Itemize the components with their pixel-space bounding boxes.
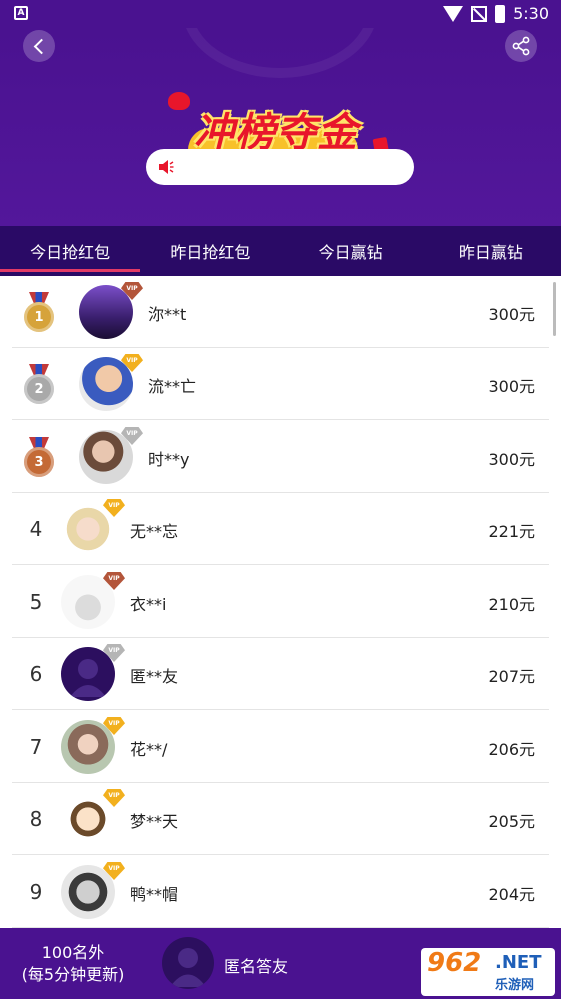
my-rank-label: 100名外 (每5分钟更新) bbox=[18, 942, 128, 986]
tab-bar: 今日抢红包 昨日抢红包 今日赢钻 昨日赢钻 bbox=[0, 226, 561, 276]
rank-number: 5 bbox=[29, 590, 43, 614]
user-name: 流**亡 bbox=[148, 377, 197, 396]
ranking-row[interactable]: 9 VIP 鸭**帽 204元 bbox=[12, 856, 549, 928]
user-name: 鸭**帽 bbox=[130, 885, 179, 904]
my-avatar[interactable] bbox=[162, 937, 214, 989]
amount: 300元 bbox=[488, 450, 535, 469]
rank-number: 4 bbox=[29, 517, 43, 541]
ranking-row[interactable]: 6 VIP 匿**友 207元 bbox=[12, 638, 549, 710]
user-name: 衣**i bbox=[130, 595, 167, 614]
rank-number: 6 bbox=[29, 662, 43, 686]
amount: 221元 bbox=[488, 522, 535, 541]
tab-today-red-packet[interactable]: 今日抢红包 bbox=[0, 226, 141, 276]
amount: 207元 bbox=[488, 667, 535, 686]
ranking-row[interactable]: 3 VIP 时**y 300元 bbox=[12, 421, 549, 493]
app-notification-icon: A bbox=[14, 6, 28, 20]
avatar[interactable] bbox=[79, 285, 133, 339]
avatar[interactable] bbox=[79, 357, 133, 411]
back-button[interactable] bbox=[23, 30, 55, 62]
avatar[interactable] bbox=[61, 575, 115, 629]
amount: 210元 bbox=[488, 595, 535, 614]
amount: 206元 bbox=[488, 740, 535, 759]
user-name: 匿**友 bbox=[130, 667, 179, 686]
user-name: 时**y bbox=[148, 450, 190, 469]
ranking-row[interactable]: 2 VIP 流**亡 300元 bbox=[12, 348, 549, 420]
ranking-list[interactable]: 1 VIP 沵**t 300元 2 VIP 流**亡 300元 3 VIP 时*… bbox=[0, 276, 561, 928]
tab-yesterday-red-packet[interactable]: 昨日抢红包 bbox=[140, 226, 280, 276]
update-interval-text: (每5分钟更新) bbox=[21, 965, 125, 984]
header-decoration bbox=[182, 28, 378, 78]
default-user-icon bbox=[70, 659, 106, 697]
status-bar: A 5:30 bbox=[0, 0, 561, 28]
tab-yesterday-diamonds[interactable]: 昨日赢钻 bbox=[421, 226, 561, 276]
avatar[interactable] bbox=[61, 865, 115, 919]
avatar[interactable] bbox=[61, 502, 115, 556]
ranking-row[interactable]: 4 VIP 无**忘 221元 bbox=[12, 493, 549, 565]
ranking-row[interactable]: 5 VIP 衣**i 210元 bbox=[12, 566, 549, 638]
ranking-row[interactable]: 8 VIP 梦**天 205元 bbox=[12, 783, 549, 855]
notice-bar[interactable] bbox=[146, 149, 414, 185]
rank-number: 7 bbox=[29, 735, 43, 759]
speaker-icon bbox=[159, 160, 174, 174]
avatar[interactable] bbox=[79, 430, 133, 484]
user-name: 花**/ bbox=[130, 740, 168, 759]
amount: 204元 bbox=[488, 885, 535, 904]
my-rank-text: 100名外 bbox=[41, 943, 105, 962]
amount: 205元 bbox=[488, 812, 535, 831]
mascot-icon bbox=[168, 92, 190, 110]
bronze-medal-icon: 3 bbox=[24, 437, 54, 477]
default-user-icon bbox=[170, 948, 206, 987]
my-name: 匿名答友 bbox=[224, 957, 289, 976]
site-watermark: 962 .NET 乐游网 bbox=[421, 948, 555, 996]
rank-number: 9 bbox=[29, 880, 43, 904]
wifi-icon bbox=[443, 5, 464, 22]
share-icon bbox=[512, 36, 530, 56]
share-button[interactable] bbox=[505, 30, 537, 62]
rank-number: 8 bbox=[29, 807, 43, 831]
battery-icon bbox=[495, 4, 506, 23]
back-arrow-icon bbox=[33, 38, 49, 54]
user-name: 无**忘 bbox=[130, 522, 179, 541]
no-signal-icon bbox=[471, 5, 488, 22]
header: 冲榜夺金 bbox=[0, 28, 561, 226]
silver-medal-icon: 2 bbox=[24, 364, 54, 404]
avatar[interactable] bbox=[61, 720, 115, 774]
user-name: 梦**天 bbox=[130, 812, 179, 831]
scrollbar[interactable] bbox=[553, 282, 556, 336]
user-name: 沵**t bbox=[148, 305, 187, 324]
avatar[interactable] bbox=[61, 792, 115, 846]
avatar[interactable] bbox=[61, 647, 115, 701]
my-rank-bar: 100名外 (每5分钟更新) 匿名答友 962 .NET 乐游网 bbox=[0, 928, 561, 999]
amount: 300元 bbox=[488, 305, 535, 324]
ranking-row[interactable]: 7 VIP 花**/ 206元 bbox=[12, 711, 549, 783]
amount: 300元 bbox=[488, 377, 535, 396]
ranking-row[interactable]: 1 VIP 沵**t 300元 bbox=[12, 276, 549, 348]
gold-medal-icon: 1 bbox=[24, 292, 54, 332]
status-time: 5:30 bbox=[513, 4, 549, 23]
tab-today-diamonds[interactable]: 今日赢钻 bbox=[281, 226, 421, 276]
